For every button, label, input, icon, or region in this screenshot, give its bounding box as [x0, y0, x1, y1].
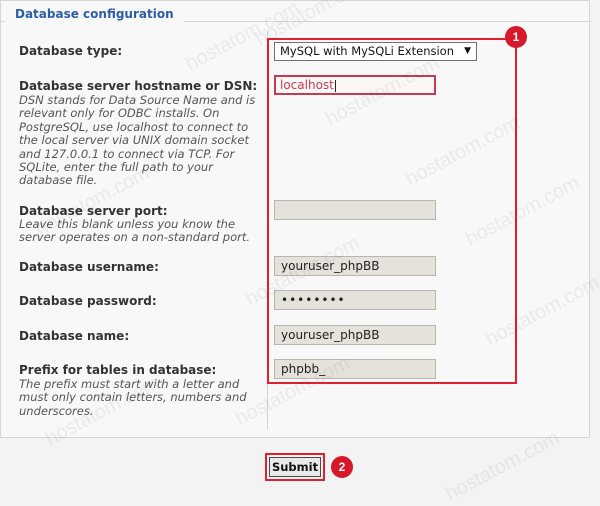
annotation-badge-1: 1 — [505, 26, 527, 48]
db-type-select[interactable]: MySQL with MySQLi Extension ▼ — [274, 42, 477, 61]
db-type-value: MySQL with MySQLi Extension — [280, 44, 454, 58]
db-host-description: DSN stands for Data Source Name and is r… — [19, 93, 256, 188]
triangle-down-icon: ▼ — [464, 46, 471, 56]
db-name-label: Database name: — [19, 329, 130, 343]
annotation-badge-2: 2 — [331, 456, 353, 478]
db-port-description: Leave this blank unless you know the ser… — [19, 217, 251, 245]
text-caret — [334, 79, 336, 92]
table-prefix-label: Prefix for tables in database: — [19, 363, 217, 377]
watermark: hostatom.com — [441, 426, 564, 506]
column-divider — [267, 31, 268, 429]
db-port-label: Database server port: — [19, 204, 168, 218]
db-type-label: Database type: — [19, 44, 123, 58]
submit-button[interactable]: Submit — [269, 457, 321, 477]
section-title: Database configuration — [5, 5, 184, 23]
database-config-panel: Database configuration Database type: My… — [0, 0, 591, 438]
db-username-label: Database username: — [19, 260, 159, 274]
submit-highlight-box: Submit — [265, 453, 325, 481]
db-host-input[interactable]: localhost — [274, 75, 436, 95]
db-host-label: Database server hostname or DSN: — [19, 79, 258, 93]
db-password-label: Database password: — [19, 294, 157, 308]
db-password-input[interactable]: •••••••• — [274, 290, 436, 310]
db-name-input[interactable]: youruser_phpBB — [274, 325, 436, 345]
table-prefix-description: The prefix must start with a letter and … — [19, 377, 247, 418]
db-host-value: localhost — [280, 78, 334, 92]
table-prefix-input[interactable]: phpbb_ — [274, 359, 436, 379]
db-username-input[interactable]: youruser_phpBB — [274, 256, 436, 276]
db-port-input[interactable] — [274, 200, 436, 220]
